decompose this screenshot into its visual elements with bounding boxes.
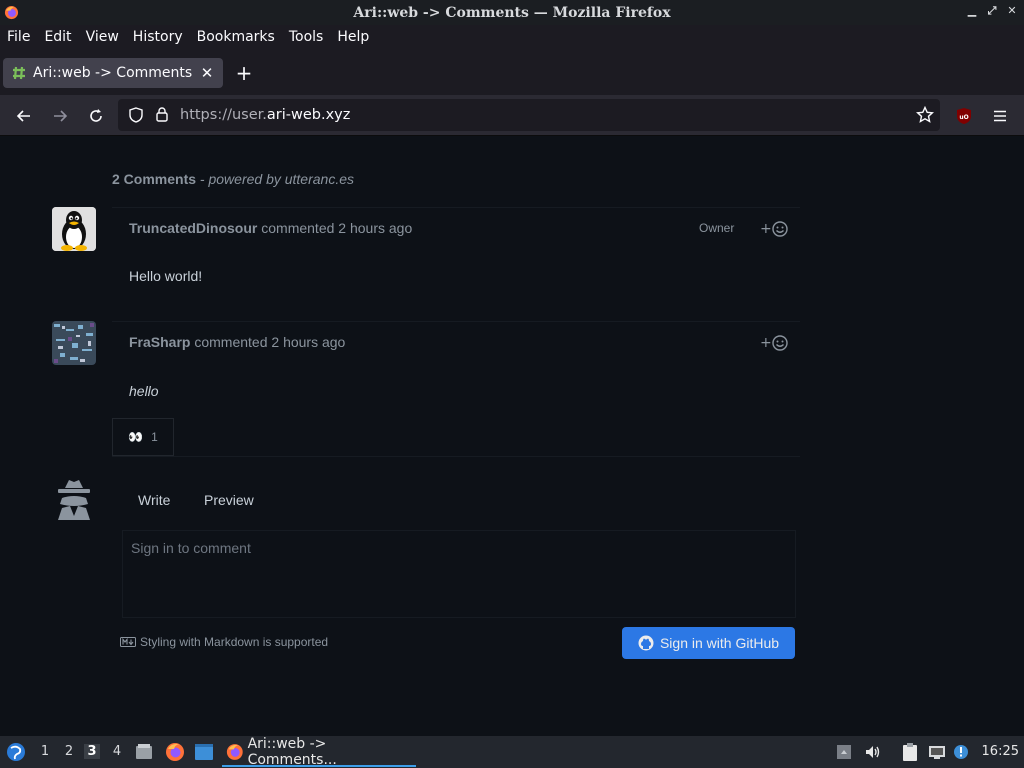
minimize-icon[interactable]: ▁ [966, 4, 978, 18]
pixel-noise-avatar[interactable] [52, 321, 96, 365]
comment-card: TruncatedDinosour commented 2 hours ago … [112, 207, 800, 303]
volume-icon[interactable] [864, 744, 882, 760]
clock[interactable]: 16:25 [982, 744, 1019, 759]
tab-bar: Ari::web -> Comments ✕ + [0, 49, 1024, 95]
page-content: 2 Comments - powered by utteranc.es Trun… [0, 136, 1024, 736]
menu-tools[interactable]: Tools [289, 29, 324, 45]
close-icon[interactable]: ✕ [1006, 4, 1018, 18]
github-icon [638, 635, 654, 651]
markdown-note: Styling with Markdown is supported [120, 635, 328, 649]
anonymous-user-icon [58, 480, 90, 520]
comment-body: Hello world! [129, 268, 203, 284]
comment-card: FraSharp commented 2 hours ago + hello [112, 321, 800, 417]
menu-history[interactable]: History [133, 29, 183, 45]
powered-by-link[interactable]: - powered by utteranc.es [200, 171, 354, 187]
menu-file[interactable]: File [7, 29, 30, 45]
navigation-bar: https://user.ari-web.xyz uO [0, 95, 1024, 136]
tux-avatar[interactable] [52, 207, 96, 251]
clipboard-icon[interactable] [900, 742, 920, 762]
markdown-note-text: Styling with Markdown is supported [140, 635, 329, 649]
comment-author[interactable]: TruncatedDinosour [129, 220, 257, 236]
workspace-4[interactable]: 4 [109, 744, 125, 759]
comment-textarea[interactable]: Sign in to comment [122, 530, 796, 618]
workspace-2[interactable]: 2 [61, 744, 77, 759]
tab-label: Ari::web -> Comments [33, 65, 193, 81]
firefox-window-icon [226, 744, 243, 760]
forward-icon[interactable] [48, 104, 72, 128]
network-icon[interactable] [928, 744, 946, 760]
comment-timestamp[interactable]: commented 2 hours ago [261, 220, 412, 236]
taskbar-window-firefox[interactable]: Ari::web -> Comments... [222, 736, 416, 768]
comment-body: hello [129, 383, 159, 399]
comment-header: FraSharp commented 2 hours ago [129, 334, 345, 350]
url-bar[interactable]: https://user.ari-web.xyz [118, 99, 940, 131]
file-manager-icon[interactable] [135, 743, 153, 761]
notification-icon[interactable] [953, 744, 971, 760]
ublock-icon[interactable]: uO [952, 104, 976, 128]
taskbar-window-label: Ari::web -> Comments... [247, 736, 337, 768]
workspace-3[interactable]: 3 [84, 744, 100, 759]
add-reaction-icon[interactable]: + [760, 220, 788, 238]
window-title: Ari::web -> Comments — Mozilla Firefox [353, 4, 671, 21]
workspace-1[interactable]: 1 [37, 744, 53, 759]
eyes-emoji: 👀 [128, 430, 144, 444]
owner-badge: Owner [699, 221, 735, 235]
menu-edit[interactable]: Edit [44, 29, 71, 45]
sign-in-label: Sign in with GitHub [659, 635, 780, 651]
markdown-icon [120, 637, 136, 647]
hamburger-menu-icon[interactable] [988, 104, 1012, 128]
eyes-reaction-button[interactable]: 👀 1 [112, 418, 174, 456]
comment-author[interactable]: FraSharp [129, 334, 190, 350]
shield-icon[interactable] [128, 107, 144, 123]
start-menu-icon[interactable] [6, 742, 26, 762]
tab-close-icon[interactable]: ✕ [197, 64, 217, 82]
reaction-count: 1 [151, 430, 158, 444]
tab-preview[interactable]: Preview [204, 492, 254, 508]
bookmark-star-icon[interactable] [916, 106, 934, 124]
firefox-launcher-icon[interactable] [165, 742, 185, 762]
svg-text:uO: uO [959, 114, 968, 121]
menu-help[interactable]: Help [337, 29, 369, 45]
menu-bar: File Edit View History Bookmarks Tools H… [0, 25, 1024, 49]
url-text[interactable]: https://user.ari-web.xyz [180, 107, 350, 123]
comment-count: 2 Comments - powered by utteranc.es [112, 171, 355, 187]
tab-write[interactable]: Write [138, 492, 170, 508]
terminal-icon[interactable] [194, 743, 214, 761]
new-tab-icon[interactable]: + [233, 63, 255, 83]
divider [112, 456, 800, 457]
comment-header: TruncatedDinosour commented 2 hours ago [129, 220, 412, 236]
taskbar: 1 2 3 4 Ari::web -> Comments... 16:25 [0, 736, 1024, 768]
window-titlebar: Ari::web -> Comments — Mozilla Firefox ▁… [0, 0, 1024, 25]
battery-icon[interactable] [835, 744, 853, 760]
menu-bookmarks[interactable]: Bookmarks [197, 29, 275, 45]
lock-icon[interactable] [154, 106, 170, 123]
back-icon[interactable] [12, 104, 36, 128]
comment-timestamp[interactable]: commented 2 hours ago [194, 334, 345, 350]
firefox-icon [4, 5, 19, 20]
sign-in-github-button[interactable]: Sign in with GitHub [622, 627, 795, 659]
reload-icon[interactable] [84, 104, 108, 128]
menu-view[interactable]: View [86, 29, 119, 45]
tab-comments[interactable]: Ari::web -> Comments ✕ [3, 58, 223, 88]
add-reaction-icon[interactable]: + [760, 334, 788, 352]
tab-favicon-icon [13, 66, 25, 80]
maximize-icon[interactable]: ⤢ [986, 4, 998, 18]
